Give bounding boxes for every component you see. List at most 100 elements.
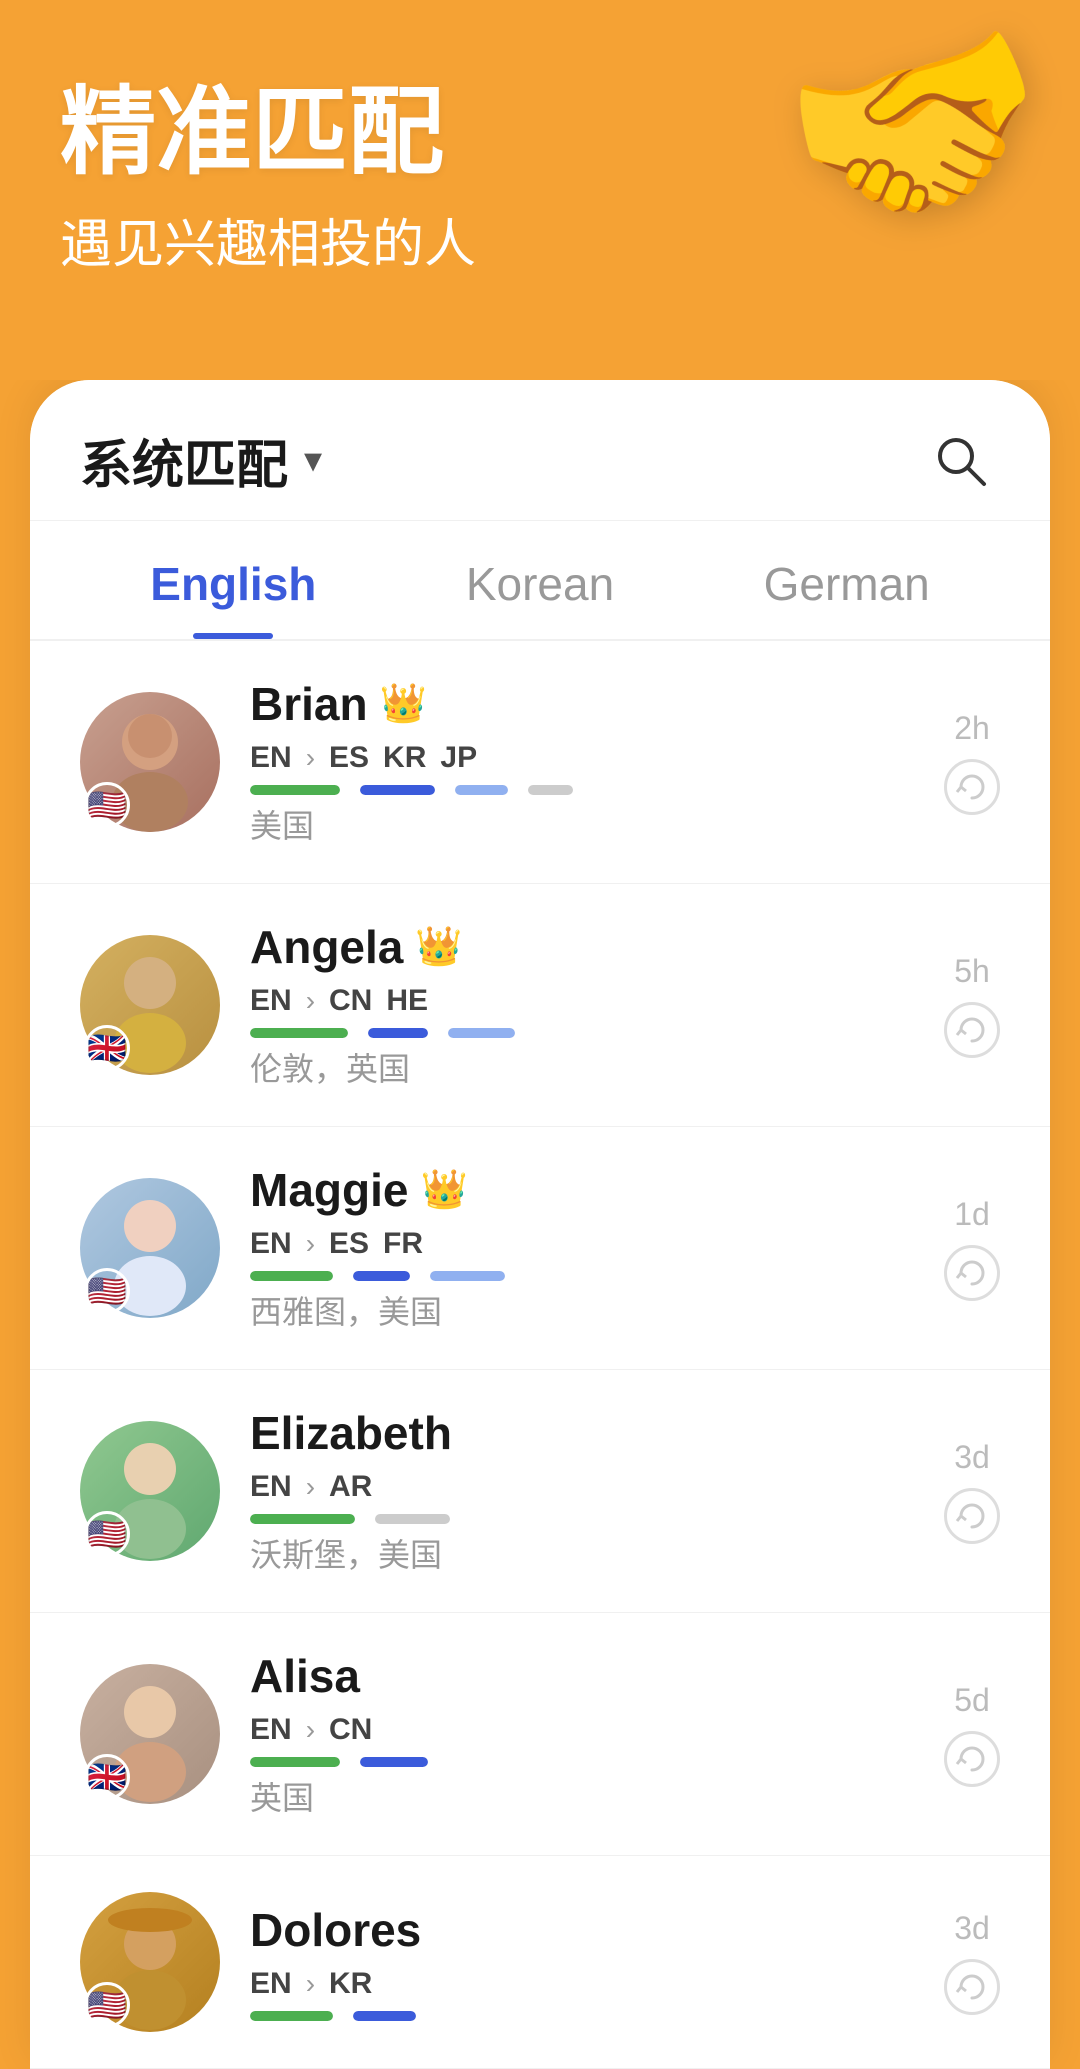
user-name: Dolores bbox=[250, 1903, 421, 1957]
refresh-icon[interactable] bbox=[944, 759, 1000, 815]
lang-from-tag: EN bbox=[250, 1227, 292, 1261]
lang-bars bbox=[250, 2011, 914, 2021]
main-card: 系统匹配 ▾ English Korean German 🇺🇸Brian👑EN›… bbox=[30, 380, 1050, 2069]
lang-bar bbox=[250, 2011, 333, 2021]
lang-tags-row: EN›AR bbox=[250, 1470, 914, 1504]
time-ago: 3d bbox=[954, 1439, 990, 1476]
lang-tags-row: EN›CNHE bbox=[250, 984, 914, 1018]
lang-bars bbox=[250, 1028, 914, 1038]
lang-tags-row: EN › ES FR bbox=[250, 1227, 914, 1261]
lang-to-tag: ES bbox=[329, 1227, 369, 1261]
refresh-icon[interactable] bbox=[944, 1731, 1000, 1787]
lang-to-tag: ES bbox=[329, 741, 369, 775]
lang-bars bbox=[250, 1271, 914, 1281]
flag-badge: 🇬🇧 bbox=[84, 1025, 130, 1071]
user-location: 伦敦，英国 bbox=[250, 1044, 914, 1090]
list-item[interactable]: 🇺🇸Brian👑EN›ESKRJP美国2h bbox=[30, 641, 1050, 884]
lang-tags-row: EN › KR bbox=[250, 1967, 914, 2001]
user-info: Dolores EN › KR bbox=[250, 1903, 914, 2021]
user-name-row: Brian 👑 bbox=[250, 677, 914, 731]
tab-korean[interactable]: Korean bbox=[387, 521, 694, 639]
list-item[interactable]: 🇺🇸 Maggie 👑 EN › ES FR 西雅图，美国 1d bbox=[30, 1127, 1050, 1370]
search-button[interactable] bbox=[920, 420, 1000, 500]
language-tabs: English Korean German bbox=[30, 521, 1050, 641]
search-header: 系统匹配 ▾ bbox=[30, 380, 1050, 521]
arrow-right-icon: › bbox=[306, 1968, 315, 2000]
crown-icon: 👑 bbox=[420, 1168, 467, 1212]
user-name-row: Angela 👑 bbox=[250, 920, 914, 974]
user-info: Angela👑EN›CNHE伦敦，英国 bbox=[250, 920, 914, 1090]
user-location: 美国 bbox=[250, 801, 914, 847]
tab-german[interactable]: German bbox=[693, 521, 1000, 639]
refresh-icon[interactable] bbox=[944, 1959, 1000, 2015]
refresh-icon[interactable] bbox=[944, 1245, 1000, 1301]
crown-icon: 👑 bbox=[380, 682, 427, 726]
lang-to-tag: KR bbox=[329, 1967, 372, 2001]
right-meta: 5d bbox=[944, 1682, 1000, 1787]
flag-badge: 🇺🇸 bbox=[84, 1268, 130, 1314]
user-name: Alisa bbox=[250, 1649, 360, 1703]
avatar: 🇺🇸 bbox=[80, 1892, 220, 2032]
list-item[interactable]: 🇺🇸 Dolores EN › KR 3d bbox=[30, 1856, 1050, 2069]
time-ago: 5h bbox=[954, 953, 990, 990]
lang-to-tag: FR bbox=[383, 1227, 423, 1261]
lang-bar bbox=[448, 1028, 516, 1038]
user-info: Elizabeth EN›AR 沃斯堡，美国 bbox=[250, 1406, 914, 1576]
user-location: 沃斯堡，美国 bbox=[250, 1530, 914, 1576]
lang-from-tag: EN bbox=[250, 1967, 292, 2001]
refresh-icon[interactable] bbox=[944, 1488, 1000, 1544]
search-title-text: 系统匹配 bbox=[80, 423, 288, 498]
user-info: AlisaEN›CN英国 bbox=[250, 1649, 914, 1819]
lang-bar bbox=[250, 1271, 333, 1281]
user-location: 西雅图，美国 bbox=[250, 1287, 914, 1333]
lang-to-tag: KR bbox=[383, 741, 426, 775]
search-title-group[interactable]: 系统匹配 ▾ bbox=[80, 423, 322, 498]
lang-bars bbox=[250, 785, 914, 795]
search-icon bbox=[932, 432, 988, 488]
list-item[interactable]: 🇬🇧AlisaEN›CN英国5d bbox=[30, 1613, 1050, 1856]
lang-tags-row: EN›CN bbox=[250, 1713, 914, 1747]
lang-to-tag: CN bbox=[329, 984, 372, 1018]
time-ago: 5d bbox=[954, 1682, 990, 1719]
lang-bar bbox=[368, 1028, 428, 1038]
chevron-down-icon: ▾ bbox=[304, 439, 322, 481]
lang-bar bbox=[360, 1757, 428, 1767]
user-name: Maggie bbox=[250, 1163, 408, 1217]
lang-tags-row: EN›ESKRJP bbox=[250, 741, 914, 775]
time-ago: 1d bbox=[954, 1196, 990, 1233]
lang-bar bbox=[360, 785, 435, 795]
lang-bars bbox=[250, 1757, 914, 1767]
lang-to-tag: JP bbox=[440, 741, 477, 775]
arrow-right-icon: › bbox=[306, 1228, 315, 1260]
time-ago: 2h bbox=[954, 710, 990, 747]
lang-from-tag: EN bbox=[250, 741, 292, 775]
lang-bar bbox=[250, 785, 340, 795]
header-area: 精准匹配 遇见兴趣相投的人 🤝 bbox=[0, 0, 1080, 380]
lang-to-tag: HE bbox=[386, 984, 428, 1018]
lang-bar bbox=[250, 1028, 348, 1038]
arrow-right-icon: › bbox=[306, 1714, 315, 1746]
right-meta: 5h bbox=[944, 953, 1000, 1058]
crown-icon: 👑 bbox=[415, 925, 462, 969]
avatar: 🇺🇸 bbox=[80, 1178, 220, 1318]
user-name: Brian bbox=[250, 677, 368, 731]
avatar: 🇬🇧 bbox=[80, 935, 220, 1075]
lang-bar bbox=[375, 1514, 450, 1524]
user-name-row: Maggie 👑 bbox=[250, 1163, 914, 1217]
list-item[interactable]: 🇺🇸 Elizabeth EN›AR 沃斯堡，美国 3d bbox=[30, 1370, 1050, 1613]
avatar: 🇺🇸 bbox=[80, 1421, 220, 1561]
lang-from-tag: EN bbox=[250, 1470, 292, 1504]
user-name-row: Dolores bbox=[250, 1903, 914, 1957]
lang-bar bbox=[353, 1271, 410, 1281]
tab-english[interactable]: English bbox=[80, 521, 387, 639]
user-name: Elizabeth bbox=[250, 1406, 452, 1460]
right-meta: 2h bbox=[944, 710, 1000, 815]
list-item[interactable]: 🇬🇧Angela👑EN›CNHE伦敦，英国5h bbox=[30, 884, 1050, 1127]
user-info: Brian👑EN›ESKRJP美国 bbox=[250, 677, 914, 847]
lang-to-tag: CN bbox=[329, 1713, 372, 1747]
user-name: Angela bbox=[250, 920, 403, 974]
refresh-icon[interactable] bbox=[944, 1002, 1000, 1058]
right-meta: 3d bbox=[944, 1910, 1000, 2015]
flag-badge: 🇺🇸 bbox=[84, 782, 130, 828]
lang-to-tag: AR bbox=[329, 1470, 372, 1504]
